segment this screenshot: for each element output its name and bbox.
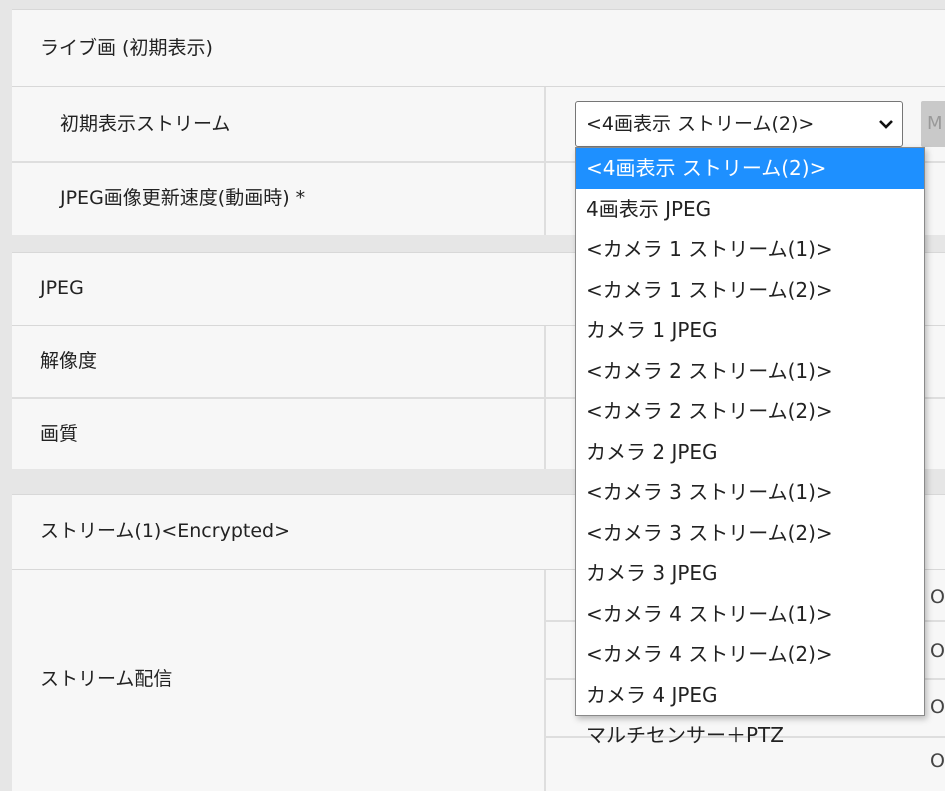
set-button[interactable]: M: [921, 101, 945, 147]
resolution-label: 解像度: [40, 350, 98, 372]
dropdown-option[interactable]: <カメラ 1 ストリーム(2)>: [576, 270, 924, 311]
dropdown-option[interactable]: <カメラ 4 ストリーム(2)>: [576, 634, 924, 675]
dropdown-option[interactable]: カメラ 1 JPEG: [576, 310, 924, 351]
stream1-section-title: ストリーム(1)<Encrypted>: [40, 520, 290, 542]
live-section-header: ライブ画 (初期表示): [12, 9, 945, 87]
dropdown-option[interactable]: マルチセンサー＋PTZ: [576, 715, 924, 756]
initial-stream-select-value: <4画表示 ストリーム(2)>: [586, 113, 815, 135]
cell-divider: [544, 326, 546, 397]
stream-delivery-label: ストリーム配信: [40, 668, 173, 690]
dropdown-option[interactable]: <カメラ 3 ストリーム(2)>: [576, 513, 924, 554]
dropdown-option[interactable]: <カメラ 2 ストリーム(1)>: [576, 351, 924, 392]
cell-divider: [544, 399, 546, 469]
jpeg-refresh-label: JPEG画像更新速度(動画時) *: [60, 187, 306, 209]
clipped-option-text: O: [930, 696, 945, 718]
dropdown-option[interactable]: カメラ 2 JPEG: [576, 432, 924, 473]
live-section-title: ライブ画 (初期表示): [40, 37, 213, 59]
clipped-option-text: O: [930, 750, 945, 772]
dropdown-option[interactable]: <4画表示 ストリーム(2)>: [576, 148, 924, 189]
initial-stream-select[interactable]: <4画表示 ストリーム(2)>: [575, 101, 903, 147]
dropdown-option[interactable]: <カメラ 1 ストリーム(1)>: [576, 229, 924, 270]
clipped-option-text: O: [930, 640, 945, 662]
jpeg-section-title: JPEG: [40, 277, 84, 299]
clipped-option-text: O: [930, 586, 945, 608]
dropdown-option[interactable]: <カメラ 4 ストリーム(1)>: [576, 594, 924, 635]
initial-stream-label: 初期表示ストリーム: [60, 113, 231, 135]
cell-divider: [544, 87, 546, 161]
cell-divider: [544, 163, 546, 235]
dropdown-option[interactable]: 4画表示 JPEG: [576, 189, 924, 230]
initial-stream-dropdown: <4画表示 ストリーム(2)> 4画表示 JPEG <カメラ 1 ストリーム(1)>…: [575, 147, 925, 747]
chevron-down-icon: [874, 102, 898, 146]
dropdown-option[interactable]: <カメラ 2 ストリーム(2)>: [576, 391, 924, 432]
cell-divider: [544, 570, 546, 791]
quality-label: 画質: [40, 423, 79, 445]
dropdown-option[interactable]: <カメラ 3 ストリーム(1)>: [576, 472, 924, 513]
dropdown-option[interactable]: カメラ 3 JPEG: [576, 553, 924, 594]
dropdown-option[interactable]: カメラ 4 JPEG: [576, 675, 924, 716]
